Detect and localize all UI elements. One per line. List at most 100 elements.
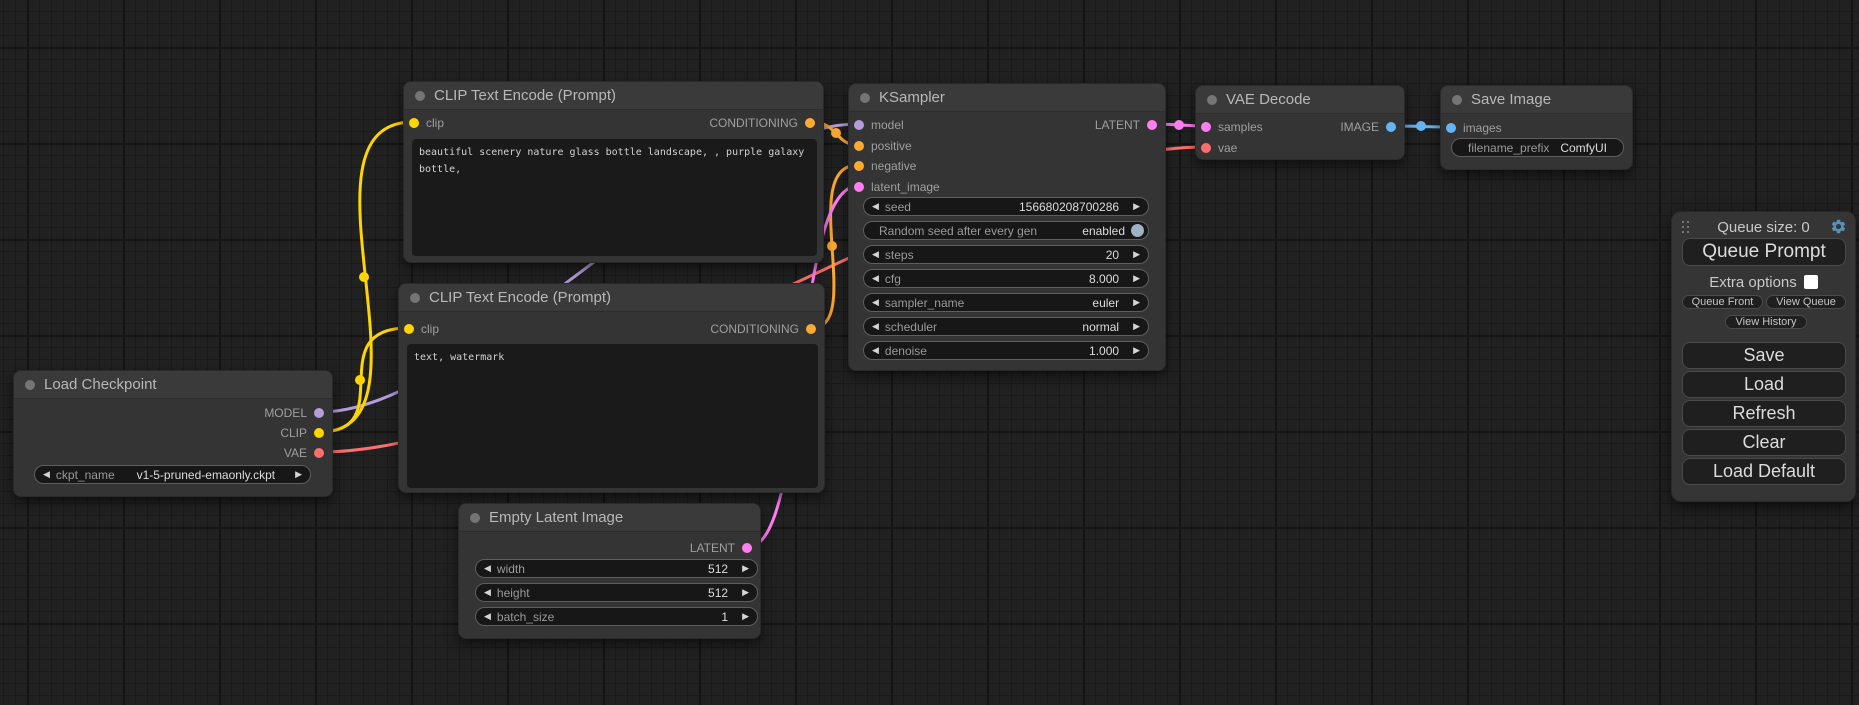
- decrement-arrow-icon[interactable]: ◀: [872, 322, 879, 331]
- widget-scheduler[interactable]: ◀ scheduler normal ▶: [863, 317, 1149, 336]
- view-history-button[interactable]: View History: [1725, 315, 1807, 329]
- widget-steps[interactable]: ◀ steps 20 ▶: [863, 245, 1149, 264]
- slot-dot[interactable]: [314, 448, 324, 458]
- slot-dot[interactable]: [314, 408, 324, 418]
- widget-ckpt-name[interactable]: ◀ ckpt_name v1-5-pruned-emaonly.ckpt ▶: [34, 465, 311, 484]
- slot-dot[interactable]: [1147, 120, 1157, 130]
- node-titlebar[interactable]: Save Image: [1441, 86, 1632, 114]
- decrement-arrow-icon[interactable]: ◀: [43, 470, 50, 479]
- widget-batch-size[interactable]: ◀ batch_size 1 ▶: [475, 607, 758, 626]
- node-graph-canvas[interactable]: Load Checkpoint MODEL CLIP VAE ◀ ckpt_na…: [0, 0, 1859, 705]
- decrement-arrow-icon[interactable]: ◀: [872, 298, 879, 307]
- node-load-checkpoint[interactable]: Load Checkpoint MODEL CLIP VAE ◀ ckpt_na…: [13, 370, 333, 497]
- increment-arrow-icon[interactable]: ▶: [1133, 322, 1140, 331]
- collapse-dot-icon[interactable]: [1452, 95, 1462, 105]
- widget-height[interactable]: ◀ height 512 ▶: [475, 583, 758, 602]
- decrement-arrow-icon[interactable]: ◀: [872, 274, 879, 283]
- slot-dot[interactable]: [854, 141, 864, 151]
- input-slot-latent-image[interactable]: latent_image: [854, 178, 940, 196]
- node-titlebar[interactable]: Load Checkpoint: [14, 371, 332, 399]
- decrement-arrow-icon[interactable]: ◀: [872, 202, 879, 211]
- widget-sampler-name[interactable]: ◀ sampler_name euler ▶: [863, 293, 1149, 312]
- node-titlebar[interactable]: Empty Latent Image: [459, 504, 760, 532]
- input-slot-images[interactable]: images: [1446, 119, 1502, 137]
- output-slot-latent[interactable]: LATENT: [690, 539, 760, 557]
- node-titlebar[interactable]: VAE Decode: [1196, 86, 1404, 114]
- slot-dot[interactable]: [854, 120, 864, 130]
- slot-dot[interactable]: [805, 118, 815, 128]
- increment-arrow-icon[interactable]: ▶: [742, 564, 749, 573]
- refresh-button[interactable]: Refresh: [1682, 400, 1846, 427]
- queue-front-button[interactable]: Queue Front: [1682, 295, 1763, 309]
- decrement-arrow-icon[interactable]: ◀: [484, 564, 491, 573]
- output-slot-vae[interactable]: VAE: [284, 444, 332, 462]
- node-titlebar[interactable]: KSampler: [849, 84, 1165, 112]
- input-slot-samples[interactable]: samples: [1201, 118, 1263, 136]
- slot-dot[interactable]: [742, 543, 752, 553]
- output-slot-clip[interactable]: CLIP: [280, 424, 332, 442]
- increment-arrow-icon[interactable]: ▶: [742, 612, 749, 621]
- input-slot-clip[interactable]: clip: [409, 114, 444, 132]
- collapse-dot-icon[interactable]: [470, 513, 480, 523]
- slot-dot[interactable]: [854, 182, 864, 192]
- decrement-arrow-icon[interactable]: ◀: [872, 346, 879, 355]
- node-titlebar[interactable]: CLIP Text Encode (Prompt): [399, 284, 824, 312]
- node-clip-text-encode-negative[interactable]: CLIP Text Encode (Prompt) clip CONDITION…: [398, 283, 825, 493]
- widget-seed[interactable]: ◀ seed 156680208700286 ▶: [863, 197, 1149, 216]
- slot-dot[interactable]: [1201, 143, 1211, 153]
- output-slot-model[interactable]: MODEL: [264, 404, 332, 422]
- queue-prompt-button[interactable]: Queue Prompt: [1682, 238, 1846, 266]
- increment-arrow-icon[interactable]: ▶: [1133, 202, 1140, 211]
- collapse-dot-icon[interactable]: [1207, 95, 1217, 105]
- load-default-button[interactable]: Load Default: [1682, 458, 1846, 485]
- decrement-arrow-icon[interactable]: ◀: [484, 612, 491, 621]
- decrement-arrow-icon[interactable]: ◀: [484, 588, 491, 597]
- node-titlebar[interactable]: CLIP Text Encode (Prompt): [404, 82, 823, 110]
- clear-button[interactable]: Clear: [1682, 429, 1846, 456]
- slot-dot[interactable]: [1446, 123, 1456, 133]
- node-save-image[interactable]: Save Image images filename_prefix ComfyU…: [1440, 85, 1633, 170]
- node-empty-latent-image[interactable]: Empty Latent Image LATENT ◀ width 512 ▶ …: [458, 503, 761, 639]
- slot-dot[interactable]: [1201, 122, 1211, 132]
- node-vae-decode[interactable]: VAE Decode samples vae IMAGE: [1195, 85, 1405, 160]
- input-slot-negative[interactable]: negative: [854, 157, 916, 175]
- prompt-textarea[interactable]: text, watermark: [407, 344, 818, 488]
- input-slot-model[interactable]: model: [854, 116, 904, 134]
- collapse-dot-icon[interactable]: [860, 93, 870, 103]
- extra-options-checkbox[interactable]: [1804, 275, 1818, 289]
- decrement-arrow-icon[interactable]: ◀: [872, 250, 879, 259]
- widget-random-seed-toggle[interactable]: Random seed after every gen enabled: [863, 221, 1149, 240]
- save-button[interactable]: Save: [1682, 342, 1846, 369]
- output-slot-image[interactable]: IMAGE: [1340, 118, 1404, 136]
- slot-dot[interactable]: [806, 324, 816, 334]
- output-slot-conditioning[interactable]: CONDITIONING: [709, 114, 823, 132]
- input-slot-vae[interactable]: vae: [1201, 139, 1237, 157]
- increment-arrow-icon[interactable]: ▶: [742, 588, 749, 597]
- input-slot-positive[interactable]: positive: [854, 137, 912, 155]
- widget-filename-prefix[interactable]: filename_prefix ComfyUI: [1451, 138, 1624, 157]
- increment-arrow-icon[interactable]: ▶: [295, 470, 302, 479]
- prompt-textarea[interactable]: beautiful scenery nature glass bottle la…: [412, 139, 817, 256]
- input-slot-clip[interactable]: clip: [404, 320, 439, 338]
- increment-arrow-icon[interactable]: ▶: [1133, 250, 1140, 259]
- increment-arrow-icon[interactable]: ▶: [1133, 298, 1140, 307]
- queue-panel[interactable]: Queue size: 0 Queue Prompt Extra options…: [1671, 211, 1856, 502]
- slot-dot[interactable]: [1386, 122, 1396, 132]
- slot-dot[interactable]: [314, 428, 324, 438]
- output-slot-latent[interactable]: LATENT: [1095, 116, 1165, 134]
- node-clip-text-encode-positive[interactable]: CLIP Text Encode (Prompt) clip CONDITION…: [403, 81, 824, 263]
- collapse-dot-icon[interactable]: [25, 380, 35, 390]
- widget-denoise[interactable]: ◀ denoise 1.000 ▶: [863, 341, 1149, 360]
- widget-width[interactable]: ◀ width 512 ▶: [475, 559, 758, 578]
- settings-gear-icon[interactable]: [1830, 218, 1847, 240]
- view-queue-button[interactable]: View Queue: [1766, 295, 1846, 309]
- increment-arrow-icon[interactable]: ▶: [1133, 274, 1140, 283]
- slot-dot[interactable]: [404, 324, 414, 334]
- slot-dot[interactable]: [409, 118, 419, 128]
- widget-cfg[interactable]: ◀ cfg 8.000 ▶: [863, 269, 1149, 288]
- output-slot-conditioning[interactable]: CONDITIONING: [710, 320, 824, 338]
- slot-dot[interactable]: [854, 161, 864, 171]
- collapse-dot-icon[interactable]: [415, 91, 425, 101]
- load-button[interactable]: Load: [1682, 371, 1846, 398]
- collapse-dot-icon[interactable]: [410, 293, 420, 303]
